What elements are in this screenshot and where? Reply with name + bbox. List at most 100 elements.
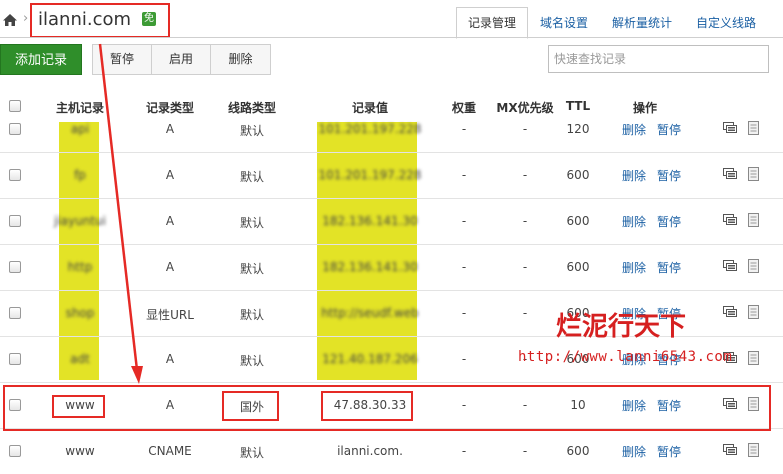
mx-cell: - bbox=[522, 168, 528, 182]
col-weight: 权重 bbox=[451, 101, 476, 115]
value-cell: 101.201.197.228 bbox=[318, 168, 422, 182]
mx-cell: - bbox=[522, 122, 528, 136]
breadcrumb-chevron-icon: › bbox=[23, 11, 29, 26]
remark-icon[interactable] bbox=[748, 259, 759, 273]
col-actions: 操作 bbox=[632, 101, 657, 115]
tab-query-stats[interactable]: 解析量统计 bbox=[600, 7, 684, 37]
line-cell: 默认 bbox=[239, 354, 264, 368]
line-cell: 默认 bbox=[239, 262, 264, 276]
row-delete-link[interactable]: 删除 bbox=[622, 167, 646, 184]
value-cell: 101.201.197.228 bbox=[318, 122, 422, 136]
type-cell: A bbox=[165, 122, 175, 136]
add-record-button[interactable]: 添加记录 bbox=[0, 44, 82, 75]
row-delete-link[interactable]: 删除 bbox=[622, 121, 646, 138]
home-icon[interactable] bbox=[2, 12, 18, 28]
row-delete-link[interactable]: 删除 bbox=[622, 213, 646, 230]
row-delete-link[interactable]: 删除 bbox=[622, 259, 646, 276]
row-checkbox[interactable] bbox=[9, 445, 21, 457]
load-balance-icon[interactable] bbox=[723, 214, 739, 226]
row-checkbox[interactable] bbox=[9, 261, 21, 273]
line-highlight-box bbox=[222, 391, 279, 421]
host-highlight-box bbox=[52, 395, 105, 418]
tab-bar: 记录管理 域名设置 解析量统计 自定义线路 bbox=[456, 7, 768, 39]
row-pause-link[interactable]: 暂停 bbox=[657, 213, 681, 230]
mx-cell: - bbox=[522, 444, 528, 458]
line-cell: 默认 bbox=[239, 446, 264, 460]
host-cell: http bbox=[67, 260, 93, 274]
select-all-checkbox[interactable] bbox=[9, 100, 21, 112]
ttl-cell: 600 bbox=[566, 444, 590, 458]
row-delete-link[interactable]: 删除 bbox=[622, 443, 646, 460]
remark-icon[interactable] bbox=[748, 305, 759, 319]
col-mx: MX优先级 bbox=[496, 101, 554, 115]
line-cell: 默认 bbox=[239, 308, 264, 322]
table-row: api A 默认 101.201.197.228 - - 120 删除 暂停 bbox=[0, 117, 783, 153]
weight-cell: - bbox=[461, 444, 467, 458]
remark-icon[interactable] bbox=[748, 121, 759, 135]
host-cell: jiayuntui bbox=[54, 214, 106, 228]
enable-button[interactable]: 启用 bbox=[152, 45, 211, 74]
col-value: 记录值 bbox=[351, 101, 388, 115]
weight-cell: - bbox=[461, 352, 467, 366]
load-balance-icon[interactable] bbox=[723, 122, 739, 134]
remark-icon[interactable] bbox=[748, 351, 759, 365]
tab-divider bbox=[0, 37, 783, 38]
type-cell: A bbox=[165, 352, 175, 366]
value-cell: ilanni.com. bbox=[337, 444, 403, 458]
ttl-cell: 120 bbox=[566, 122, 590, 136]
mx-cell: - bbox=[522, 306, 528, 320]
col-host: 主机记录 bbox=[55, 101, 104, 115]
col-line: 线路类型 bbox=[227, 101, 276, 115]
host-cell: fp bbox=[74, 168, 86, 182]
domain-header: › ilanni.com 免 记录管理 域名设置 解析量统计 自定义线路 bbox=[0, 0, 783, 40]
ttl-cell: 600 bbox=[566, 260, 590, 274]
host-cell: www bbox=[65, 444, 95, 458]
row-checkbox[interactable] bbox=[9, 353, 21, 365]
load-balance-icon[interactable] bbox=[723, 168, 739, 180]
value-highlight-box bbox=[321, 391, 413, 421]
value-cell: http://seudf.web bbox=[321, 306, 419, 320]
value-cell: 182.136.141.30 bbox=[322, 214, 418, 228]
tab-record-management[interactable]: 记录管理 bbox=[456, 7, 529, 39]
watermark-url: http://www.lanni6543.com bbox=[518, 349, 733, 365]
delete-button[interactable]: 删除 bbox=[211, 45, 270, 74]
search-input[interactable] bbox=[548, 45, 769, 73]
row-pause-link[interactable]: 暂停 bbox=[657, 167, 681, 184]
tab-domain-settings[interactable]: 域名设置 bbox=[528, 7, 600, 37]
mx-cell: - bbox=[522, 214, 528, 228]
type-cell: A bbox=[165, 260, 175, 274]
type-cell: CNAME bbox=[148, 444, 192, 458]
weight-cell: - bbox=[461, 168, 467, 182]
type-cell: A bbox=[165, 214, 175, 228]
tab-custom-lines[interactable]: 自定义线路 bbox=[684, 7, 768, 37]
weight-cell: - bbox=[461, 214, 467, 228]
pause-button[interactable]: 暂停 bbox=[93, 45, 152, 74]
ttl-cell: 600 bbox=[566, 168, 590, 182]
type-cell: 显性URL bbox=[146, 308, 194, 322]
col-ttl: TTL bbox=[565, 99, 591, 113]
row-checkbox[interactable] bbox=[9, 215, 21, 227]
host-cell: shop bbox=[65, 306, 95, 320]
value-cell: 121.40.187.206 bbox=[322, 352, 418, 366]
line-cell: 默认 bbox=[239, 216, 264, 230]
remark-icon[interactable] bbox=[748, 443, 759, 457]
row-pause-link[interactable]: 暂停 bbox=[657, 121, 681, 138]
row-checkbox[interactable] bbox=[9, 307, 21, 319]
load-balance-icon[interactable] bbox=[723, 306, 739, 318]
load-balance-icon[interactable] bbox=[723, 444, 739, 456]
domain-name: ilanni.com bbox=[38, 9, 132, 30]
row-pause-link[interactable]: 暂停 bbox=[657, 259, 681, 276]
load-balance-icon[interactable] bbox=[723, 260, 739, 272]
table-row: fp A 默认 101.201.197.228 - - 600 删除 暂停 bbox=[0, 153, 783, 199]
row-checkbox[interactable] bbox=[9, 169, 21, 181]
value-cell: 182.136.141.30 bbox=[322, 260, 418, 274]
mx-cell: - bbox=[522, 260, 528, 274]
free-badge: 免 bbox=[142, 12, 156, 26]
row-checkbox[interactable] bbox=[9, 123, 21, 135]
line-cell: 默认 bbox=[239, 124, 264, 138]
row-pause-link[interactable]: 暂停 bbox=[657, 443, 681, 460]
remark-icon[interactable] bbox=[748, 167, 759, 181]
toolbar: 添加记录 暂停 启用 删除 bbox=[0, 44, 783, 76]
remark-icon[interactable] bbox=[748, 213, 759, 227]
type-cell: A bbox=[165, 168, 175, 182]
